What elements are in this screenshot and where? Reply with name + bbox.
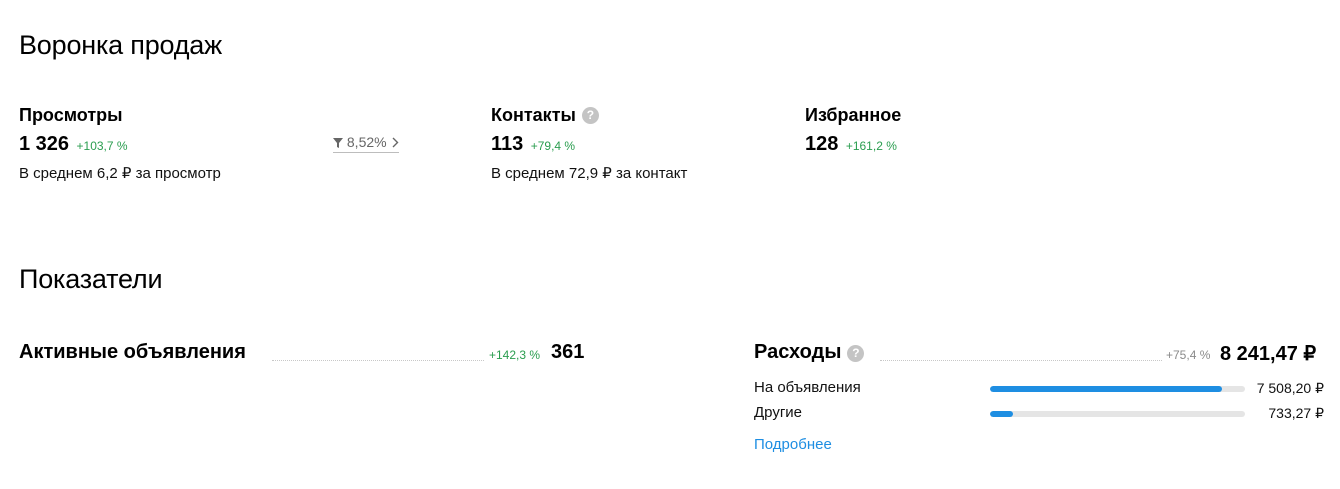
expense-progress-bar: [990, 411, 1245, 417]
dotted-leader: [880, 360, 1162, 361]
conversion-value: 8,52%: [346, 134, 387, 150]
contacts-label-row: Контакты?: [491, 105, 599, 126]
details-link[interactable]: Подробнее: [754, 436, 832, 453]
funnel-title: Воронка продаж: [19, 30, 222, 60]
chevron-right-icon: [392, 137, 399, 148]
views-average: В среднем 6,2 ₽ за просмотр: [19, 165, 221, 182]
expense-row-label: На объявления: [754, 379, 861, 396]
expense-progress-fill: [990, 411, 1013, 417]
expense-progress-fill: [990, 386, 1223, 392]
expense-row-label: Другие: [754, 404, 803, 421]
expense-progress-bar: [990, 386, 1245, 392]
contacts-delta: +79,4 %: [530, 139, 576, 153]
favorites-value: 128: [805, 133, 839, 155]
favorites-delta: +161,2 %: [845, 139, 897, 153]
views-value: 1 326: [19, 133, 70, 155]
dotted-leader: [272, 360, 484, 361]
contacts-label: Контакты: [491, 105, 576, 125]
metrics-title: Показатели: [19, 264, 163, 294]
expenses-label: Расходы: [754, 341, 842, 363]
favorites-label: Избранное: [805, 105, 902, 125]
help-icon[interactable]: ?: [847, 345, 865, 362]
contacts-value: 113: [491, 133, 524, 155]
favorites-value-row: 128 +161,2 %: [805, 133, 897, 156]
expense-row-value: 7 508,20 ₽: [1256, 380, 1324, 396]
expense-row-value: 733,27 ₽: [1268, 405, 1324, 421]
active-ads-label: Активные объявления: [19, 341, 246, 363]
conversion-link[interactable]: 8,52%: [333, 134, 400, 153]
expenses-label-row: Расходы?: [754, 341, 865, 364]
expenses-delta: +75,4 %: [1166, 348, 1211, 362]
filter-icon: [333, 138, 343, 148]
active-ads-delta: +142,3 %: [489, 348, 541, 362]
help-icon[interactable]: ?: [581, 107, 599, 124]
views-value-row: 1 326 +103,7 %: [19, 133, 128, 156]
contacts-value-row: 113 +79,4 %: [491, 133, 575, 156]
expenses-value: 8 241,47 ₽: [1220, 343, 1317, 365]
active-ads-value: 361: [551, 341, 585, 363]
views-label: Просмотры: [19, 105, 123, 125]
views-delta: +103,7 %: [76, 139, 128, 153]
contacts-average: В среднем 72,9 ₽ за контакт: [491, 165, 688, 182]
